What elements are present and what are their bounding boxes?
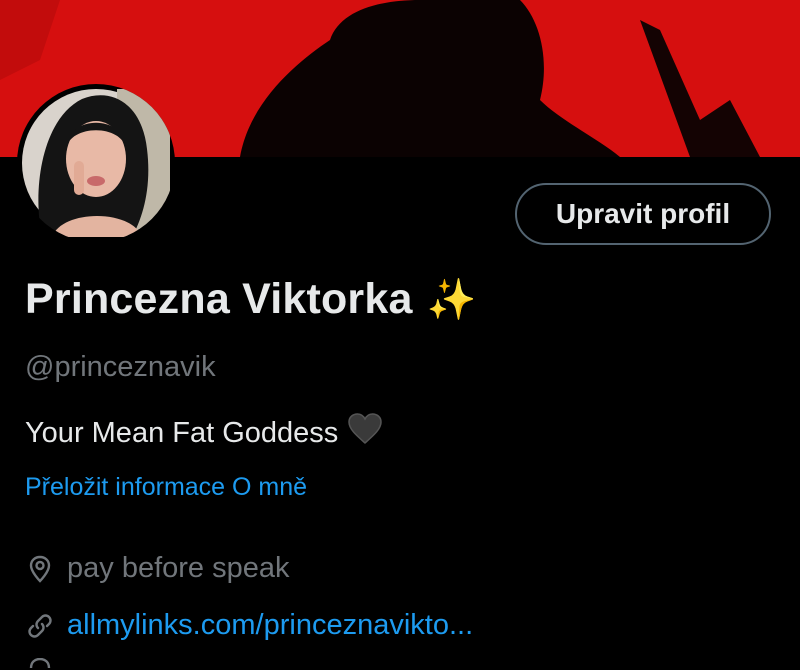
avatar-image xyxy=(22,89,170,237)
display-name-row: Princezna Viktorka ✨ xyxy=(25,275,476,324)
website-link[interactable]: allmylinks.com/princeznavikto... xyxy=(67,609,473,642)
bio-text: Your Mean Fat Goddess xyxy=(25,416,339,449)
bio: Your Mean Fat Goddess xyxy=(25,413,383,453)
user-handle: @princeznavik xyxy=(25,351,216,383)
sparkles-emoji: ✨ xyxy=(426,277,477,322)
black-heart-icon xyxy=(348,413,383,453)
display-name: Princezna Viktorka xyxy=(25,275,413,323)
translate-bio-link[interactable]: Přeložit informace O mně xyxy=(25,473,307,502)
calendar-icon xyxy=(29,658,51,669)
location-text: pay before speak xyxy=(67,552,290,584)
profile-avatar[interactable] xyxy=(17,84,175,242)
location-pin-icon xyxy=(25,554,55,584)
edit-profile-button[interactable]: Upravit profil xyxy=(515,183,771,245)
link-icon xyxy=(25,611,55,641)
website-row[interactable]: allmylinks.com/princeznavikto... xyxy=(25,609,473,642)
location-row: pay before speak xyxy=(25,552,289,585)
